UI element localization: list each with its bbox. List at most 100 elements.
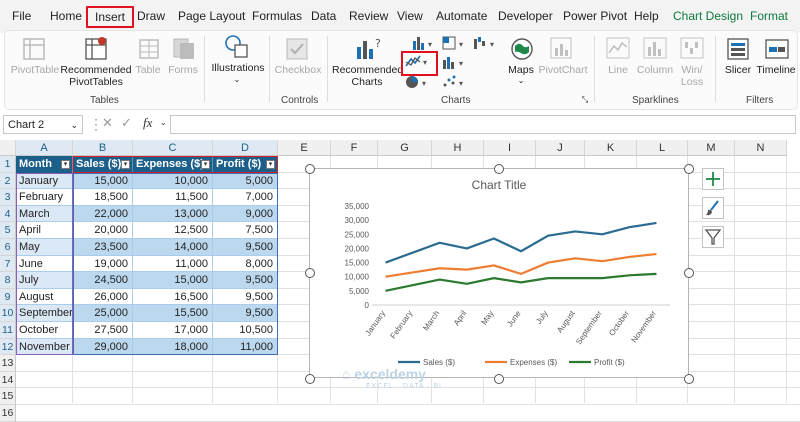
row-header[interactable]: 13 xyxy=(0,355,16,372)
sparkline-line-icon xyxy=(606,37,630,59)
column-header-n[interactable]: N xyxy=(735,140,787,156)
tab-power-pivot[interactable]: Power Pivot xyxy=(563,9,627,23)
hierarchy-chart-icon[interactable]: ▾ xyxy=(441,35,469,51)
column-header-l[interactable]: L xyxy=(637,140,688,156)
sparkline-winloss-button[interactable]: Win/ Loss xyxy=(676,64,708,88)
column-header-c[interactable]: C xyxy=(133,140,213,156)
charts-dialog-launcher-icon[interactable]: ⤡ xyxy=(580,94,590,106)
row-header[interactable]: 1 xyxy=(0,156,16,173)
row-header[interactable]: 8 xyxy=(0,272,16,289)
cancel-icon[interactable]: ✕ xyxy=(102,115,113,131)
row-header[interactable]: 4 xyxy=(0,205,16,223)
controls-group-label: Controls xyxy=(281,95,319,106)
tab-view[interactable]: View xyxy=(397,9,423,23)
tab-page-layout[interactable]: Page Layout xyxy=(178,9,245,23)
column-header-a[interactable]: A xyxy=(16,140,73,156)
resize-handle[interactable] xyxy=(684,268,694,278)
column-header-d[interactable]: D xyxy=(213,140,278,156)
tab-insert[interactable]: Insert xyxy=(86,6,135,28)
pivottable-button[interactable]: PivotTable xyxy=(10,64,60,76)
formula-input[interactable] xyxy=(170,115,796,134)
insert-function-icon[interactable]: fx xyxy=(143,115,152,131)
forms-button[interactable]: Forms xyxy=(164,64,202,76)
scatter-chart-icon[interactable]: ▾ xyxy=(441,74,469,90)
row-header[interactable]: 14 xyxy=(0,371,16,389)
legend-label: Profit ($) xyxy=(594,358,625,367)
row-header[interactable]: 10 xyxy=(0,305,16,322)
column-chart-icon[interactable]: ▾ xyxy=(410,35,438,51)
gridline xyxy=(734,156,735,403)
slicer-button[interactable]: Slicer xyxy=(721,64,755,76)
chevron-down-icon[interactable]: ⌄ xyxy=(70,116,78,135)
resize-handle[interactable] xyxy=(305,374,315,384)
sparkline-line-button[interactable]: Line xyxy=(601,64,635,76)
resize-handle[interactable] xyxy=(494,374,504,384)
row-header[interactable]: 12 xyxy=(0,338,16,356)
name-box[interactable]: Chart 2 ⌄ xyxy=(3,115,83,134)
column-header-m[interactable]: M xyxy=(688,140,735,156)
resize-handle[interactable] xyxy=(305,164,315,174)
row-header[interactable]: 2 xyxy=(0,172,16,190)
winloss-label-2: Loss xyxy=(680,76,704,88)
tab-draw[interactable]: Draw xyxy=(137,9,165,23)
illustrations-icon xyxy=(225,35,248,58)
funnel-icon xyxy=(704,229,722,245)
filter-dropdown-icon[interactable]: ▾ xyxy=(61,160,70,169)
recommended-pivottables-button[interactable]: Recommended PivotTables xyxy=(60,64,132,88)
column-header-h[interactable]: H xyxy=(432,140,484,156)
column-header-j[interactable]: J xyxy=(536,140,585,156)
tab-home[interactable]: Home xyxy=(50,9,82,23)
resize-handle[interactable] xyxy=(684,164,694,174)
row-header[interactable]: 7 xyxy=(0,255,16,273)
row-header[interactable]: 6 xyxy=(0,239,16,256)
timeline-button[interactable]: Timeline xyxy=(754,64,798,76)
pivotchart-button[interactable]: PivotChart xyxy=(537,64,589,76)
tab-data[interactable]: Data xyxy=(311,9,336,23)
checkbox-button[interactable]: Checkbox xyxy=(274,64,322,76)
column-header-i[interactable]: I xyxy=(484,140,536,156)
tab-formulas[interactable]: Formulas xyxy=(252,9,302,23)
column-header-e[interactable]: E xyxy=(278,140,331,156)
enter-icon[interactable]: ✓ xyxy=(121,115,132,131)
pie-chart-icon[interactable]: ▾ xyxy=(404,74,432,90)
row-header[interactable]: 16 xyxy=(0,405,16,422)
svg-text:?: ? xyxy=(375,37,381,50)
column-header-k[interactable]: K xyxy=(585,140,637,156)
more-options-icon[interactable]: ⋮ xyxy=(89,116,103,133)
tab-chart-design[interactable]: Chart Design xyxy=(673,9,743,23)
resize-handle[interactable] xyxy=(305,268,315,278)
column-header-b[interactable]: B xyxy=(73,140,133,156)
ribbon-separator xyxy=(594,36,595,102)
illustrations-button[interactable]: Illustrations xyxy=(208,62,268,74)
chart-elements-button[interactable] xyxy=(702,168,724,190)
tab-developer[interactable]: Developer xyxy=(498,9,553,23)
row-header[interactable]: 9 xyxy=(0,288,16,306)
recommended-charts-button[interactable]: Recommended Charts xyxy=(332,64,403,88)
resize-handle[interactable] xyxy=(684,374,694,384)
fx-chevron-icon[interactable]: ⌄ xyxy=(160,118,167,127)
row-header[interactable]: 11 xyxy=(0,322,16,339)
tab-automate[interactable]: Automate xyxy=(436,9,487,23)
recommended-pivottables-label-2: PivotTables xyxy=(69,76,123,88)
tab-file[interactable]: File xyxy=(12,9,31,23)
column-header-g[interactable]: G xyxy=(378,140,432,156)
tab-help[interactable]: Help xyxy=(634,9,659,23)
resize-handle[interactable] xyxy=(494,164,504,174)
column-header-f[interactable]: F xyxy=(331,140,378,156)
tab-review[interactable]: Review xyxy=(349,9,388,23)
waterfall-chart-icon[interactable]: ▾ xyxy=(472,35,500,51)
chart-filters-button[interactable] xyxy=(702,226,724,248)
sparkline-column-button[interactable]: Column xyxy=(633,64,677,76)
row-header[interactable]: 15 xyxy=(0,388,16,405)
select-all-corner[interactable] xyxy=(0,140,16,156)
line-chart-icon[interactable]: ▾ xyxy=(404,53,432,70)
x-tick-label: March xyxy=(421,309,441,332)
chart-styles-button[interactable] xyxy=(702,197,724,219)
row-header[interactable]: 3 xyxy=(0,189,16,206)
tab-format[interactable]: Format xyxy=(750,9,788,23)
x-tick-label: February xyxy=(389,309,415,340)
table-button[interactable]: Table xyxy=(131,64,165,76)
line-chart[interactable]: Chart Title 35,000 30,000 25,000 20,000 15,00… xyxy=(309,168,689,378)
statistic-chart-icon[interactable]: ▾ xyxy=(441,54,469,70)
row-header[interactable]: 5 xyxy=(0,222,16,239)
